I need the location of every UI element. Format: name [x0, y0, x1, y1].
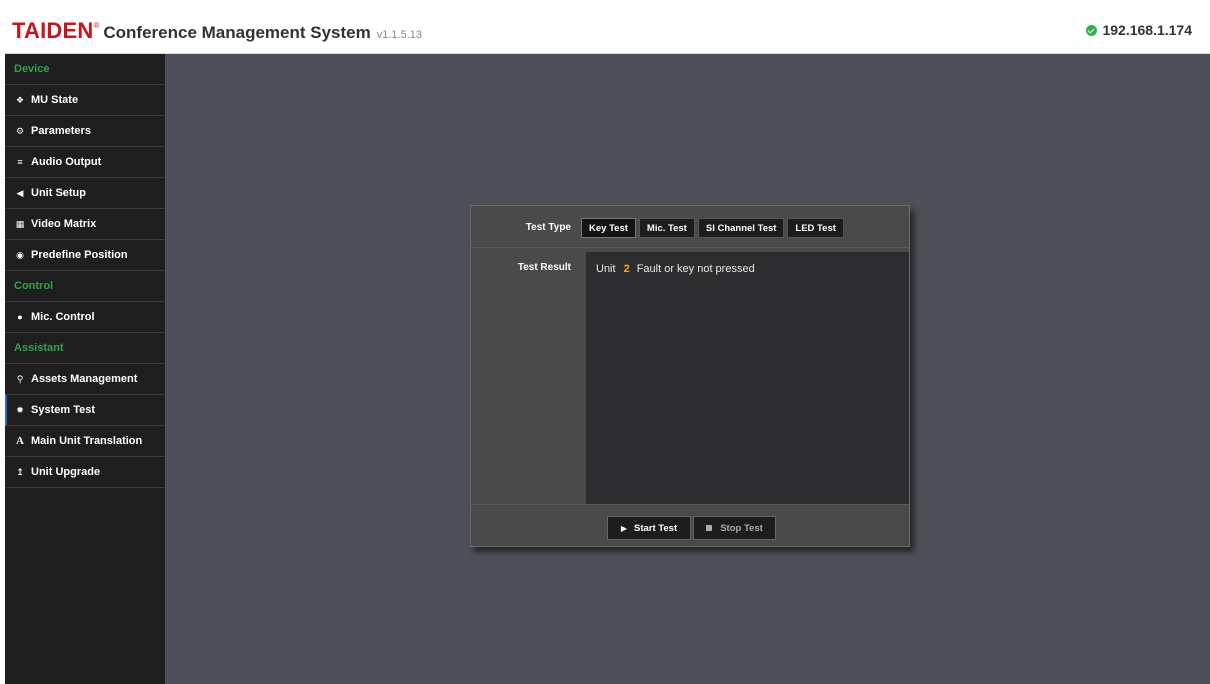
brand: TAIDEN ® Conference Management System v1…	[12, 18, 422, 44]
microphone-icon: ●	[17, 312, 23, 322]
font-icon: A	[16, 435, 24, 447]
sidebar-item-assets-management[interactable]: ⚲ Assets Management	[5, 364, 165, 395]
brand-logo: TAIDEN	[12, 18, 94, 43]
stop-test-button[interactable]: Stop Test	[693, 516, 776, 540]
sidebar-item-label: Predefine Position	[31, 249, 128, 261]
sidebar-item-label: Audio Output	[31, 156, 102, 168]
start-test-button[interactable]: ▶ Start Test	[607, 516, 691, 540]
sidebar-item-label: MU State	[31, 94, 79, 106]
grid-icon: ▦	[15, 218, 25, 229]
sidebar-item-predefine-position[interactable]: ◉ Predefine Position	[5, 240, 165, 271]
test-type-row: Test Type Key Test Mic. Test SI Channel …	[471, 206, 909, 248]
play-icon: ▶	[620, 523, 628, 533]
sidebar-item-label: Mic. Control	[31, 311, 95, 323]
test-type-label: Test Type	[525, 222, 571, 233]
sidebar-item-label: Main Unit Translation	[31, 435, 143, 447]
bug-icon: ✹	[16, 404, 24, 415]
sidebar-item-label: Assets Management	[31, 373, 138, 385]
speaker-icon: ◀	[16, 187, 24, 198]
result-prefix: Unit	[596, 263, 616, 275]
info-icon: ❖	[15, 94, 25, 105]
main-content: Test Type Key Test Mic. Test SI Channel …	[165, 54, 1210, 684]
sidebar-group-device: Device	[5, 54, 165, 85]
stop-test-label: Stop Test	[720, 522, 763, 534]
upload-icon: ↥	[16, 466, 24, 477]
sidebar: Device ❖ MU State ⚙ Parameters ≡ Audio O…	[5, 54, 165, 684]
test-result-box: Unit 2 Fault or key not pressed	[586, 252, 909, 504]
stop-icon	[706, 525, 713, 531]
connection-status: 192.168.1.174	[1086, 22, 1192, 38]
camera-icon: ◉	[16, 249, 24, 260]
sidebar-item-system-test[interactable]: ✹ System Test	[5, 395, 165, 426]
sidebar-item-label: Unit Upgrade	[31, 466, 101, 478]
header: TAIDEN ® Conference Management System v1…	[5, 6, 1210, 54]
sidebar-group-assistant: Assistant	[5, 333, 165, 364]
sidebar-item-mic-control[interactable]: ● Mic. Control	[5, 302, 165, 333]
tab-si-channel-test[interactable]: SI Channel Test	[697, 218, 785, 238]
sliders-icon: ≡	[17, 157, 23, 167]
result-message: Fault or key not pressed	[636, 263, 755, 275]
sidebar-item-label: Parameters	[31, 125, 91, 137]
test-type-tabs: Key Test Mic. Test SI Channel Test LED T…	[581, 218, 847, 238]
result-line: Unit 2 Fault or key not pressed	[596, 263, 755, 275]
app-window: TAIDEN ® Conference Management System v1…	[5, 6, 1210, 684]
sidebar-item-label: System Test	[31, 404, 95, 416]
sidebar-item-unit-setup[interactable]: ◀ Unit Setup	[5, 178, 165, 209]
map-marker-icon: ⚲	[16, 373, 24, 384]
test-result-label: Test Result	[517, 262, 571, 273]
sidebar-item-video-matrix[interactable]: ▦ Video Matrix	[5, 209, 165, 240]
result-unit-number: 2	[623, 263, 630, 275]
sidebar-group-control: Control	[5, 271, 165, 302]
sidebar-item-unit-upgrade[interactable]: ↥ Unit Upgrade	[5, 457, 165, 488]
app-version: v1.1.5.13	[376, 29, 423, 41]
tab-key-test[interactable]: Key Test	[581, 218, 636, 238]
app-title: Conference Management System	[103, 23, 371, 42]
tab-led-test[interactable]: LED Test	[787, 218, 844, 238]
gears-icon: ⚙	[15, 125, 25, 136]
check-circle-icon	[1086, 24, 1098, 36]
sidebar-item-parameters[interactable]: ⚙ Parameters	[5, 116, 165, 147]
panel-footer: ▶ Start Test Stop Test	[471, 504, 909, 546]
system-test-panel: Test Type Key Test Mic. Test SI Channel …	[470, 205, 910, 547]
sidebar-item-label: Video Matrix	[31, 218, 97, 230]
sidebar-item-main-unit-translation[interactable]: A Main Unit Translation	[5, 426, 165, 457]
sidebar-item-audio-output[interactable]: ≡ Audio Output	[5, 147, 165, 178]
ip-address: 192.168.1.174	[1102, 22, 1192, 38]
registered-mark: ®	[93, 21, 100, 30]
sidebar-item-label: Unit Setup	[31, 187, 86, 199]
start-test-label: Start Test	[634, 522, 678, 534]
tab-mic-test[interactable]: Mic. Test	[638, 218, 695, 238]
sidebar-item-mu-state[interactable]: ❖ MU State	[5, 85, 165, 116]
